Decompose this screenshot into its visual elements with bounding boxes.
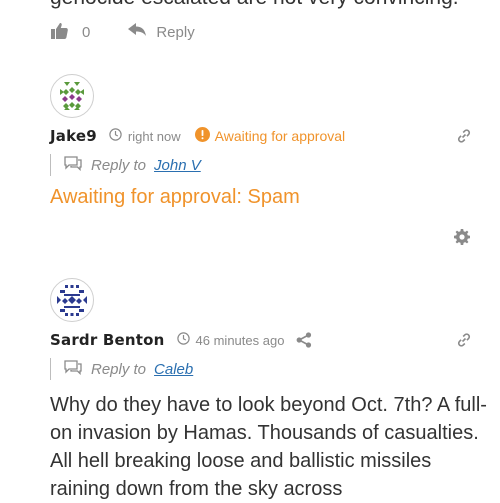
thumbs-up-icon xyxy=(50,22,68,43)
reply-button[interactable]: Reply xyxy=(128,23,195,41)
comment-bubble-icon xyxy=(63,155,83,175)
comment-author[interactable]: Sardr Benton xyxy=(50,331,165,349)
share-icon[interactable] xyxy=(296,332,312,348)
chain-link-icon[interactable] xyxy=(455,127,473,145)
gear-icon[interactable] xyxy=(454,229,470,245)
comment-time-text: right now xyxy=(127,128,181,144)
avatar-pattern-icon xyxy=(57,285,87,316)
reply-to-link[interactable]: John V xyxy=(154,157,201,174)
reply-to-link[interactable]: Caleb xyxy=(154,361,193,378)
reply-to-line: Reply to John V xyxy=(50,154,201,176)
avatar[interactable] xyxy=(50,278,94,322)
previous-comment-text: genocide escalated are not very convinci… xyxy=(50,0,490,12)
comment-body: Awaiting for approval: Spam xyxy=(50,186,300,208)
clock-icon xyxy=(176,332,190,348)
comment-body: Why do they have to look beyond Oct. 7th… xyxy=(50,394,487,500)
avatar[interactable] xyxy=(50,74,94,118)
previous-comment-actions: 0 Reply xyxy=(50,22,195,42)
comment-time-text: 46 minutes ago xyxy=(195,332,285,348)
awaiting-approval-text: Awaiting for approval xyxy=(214,128,346,144)
comment-meta: Jake9 right now Awaiting for approval xyxy=(50,127,345,145)
reply-to-prefix: Reply to xyxy=(91,360,147,378)
exclamation-circle-icon xyxy=(194,127,210,145)
like-button[interactable]: 0 xyxy=(50,22,90,43)
comment-meta: Sardr Benton 46 minutes ago xyxy=(50,331,312,349)
like-count: 0 xyxy=(82,23,91,41)
comment-bubble-icon xyxy=(63,359,83,379)
comment-time[interactable]: right now xyxy=(109,128,181,144)
comment-time[interactable]: 46 minutes ago xyxy=(176,332,285,348)
reply-label: Reply xyxy=(156,23,195,41)
clock-icon xyxy=(109,128,122,144)
chain-link-icon[interactable] xyxy=(455,331,473,349)
reply-to-line: Reply to Caleb xyxy=(50,358,193,380)
reply-arrow-icon xyxy=(128,23,147,41)
comment-author[interactable]: Jake9 xyxy=(50,127,97,145)
avatar-pattern-icon xyxy=(60,82,84,110)
awaiting-approval-badge: Awaiting for approval xyxy=(194,127,346,145)
reply-to-prefix: Reply to xyxy=(91,156,147,174)
